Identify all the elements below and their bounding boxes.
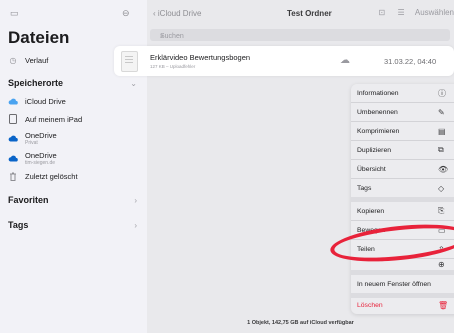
tag-icon: ◇ [438,183,445,193]
favorites-header[interactable]: Favoriten [8,195,49,205]
archive-icon: ▤ [438,126,446,136]
context-menu: Informationen ⓘ Umbenennen ✎ Komprimieren ▤… [351,84,454,314]
folder-title: Test Ordner [287,9,332,18]
eye-icon: 👁 [438,164,449,174]
menu-item-compress[interactable]: Komprimieren ▤ [351,122,454,140]
onedrive-icon [8,134,18,143]
sidebar-title: Dateien [8,28,70,47]
top-toolbar: ‹ iCloud Drive Test Ordner ⊡ ☰ Auswählen [147,0,454,30]
menu-item-label: Tags [357,184,372,192]
menu-item-label: Duplizieren [357,146,392,154]
sidebar-item-icloud[interactable]: iCloud Drive [0,93,147,109]
sidebar-toolbar: ▭ ⊖ [10,8,138,20]
menu-item-label: Umbenennen [357,108,398,116]
chevron-right-icon[interactable]: › [134,196,137,205]
toolbar-actions: ⊡ ☰ Auswählen [379,8,454,17]
menu-item-label: Komprimieren [357,127,400,135]
file-item[interactable]: Erklärvideo Bewertungsbogen 127 KB – Upl… [114,46,454,76]
sidebar-item-label: OneDrive [25,150,57,160]
menu-item-label: Kopieren [357,207,385,215]
copy-icon: ⎘ [438,206,445,215]
more-options-icon[interactable]: ⊖ [122,8,130,19]
sidebar-item-onedrive-privat[interactable]: OneDrive Privat [0,129,147,147]
clock-icon: ◷ [9,55,17,65]
sidebar-toggle-icon[interactable]: ▭ [10,8,19,19]
sidebar-item-onedrive-work[interactable]: OneDrive tim-siegen.de [0,149,147,167]
search-placeholder: Suchen [160,33,184,40]
sidebar-item-sublabel: Privat [25,139,38,146]
menu-item-label: In neuem Fenster öffnen [357,280,431,288]
menu-item-delete[interactable]: Löschen 🗑 [351,296,454,314]
onedrive-icon [8,154,18,163]
menu-item-duplicate[interactable]: Duplizieren ⧉ [351,141,454,159]
menu-item-tags[interactable]: Tags ◇ [351,179,454,197]
info-icon: ⓘ [438,88,446,98]
chevron-right-icon[interactable]: › [134,221,137,230]
menu-item-open-new-window[interactable]: In neuem Fenster öffnen⊞ [351,275,454,293]
tags-header[interactable]: Tags [8,220,28,230]
sidebar-item-label: Zuletzt gelöscht [25,171,78,181]
cloud-icon [8,97,18,106]
back-label: iCloud Drive [157,9,202,18]
menu-item-copy[interactable]: Kopieren ⎘ [351,202,454,220]
sidebar-item-sublabel: tim-siegen.de [25,159,56,166]
select-button[interactable]: Auswählen [415,8,454,17]
status-footer: 1 Objekt, 142,75 GB auf iCloud verfügbar [247,320,354,326]
sidebar-item-label: OneDrive [25,130,57,140]
sidebar-item-ipad[interactable]: Auf meinem iPad [0,111,147,127]
pencil-icon: ✎ [438,107,445,117]
trash-icon: 🗑 [438,300,449,310]
trash-icon [8,172,18,181]
add-icon: ⊕ [438,259,445,269]
file-date: 31.03.22, 04:40 [384,57,437,66]
sidebar-item-label: Auf meinem iPad [25,114,83,124]
menu-item-info[interactable]: Informationen ⓘ [351,84,454,102]
menu-item-overview[interactable]: Übersicht 👁 [351,160,454,178]
back-button[interactable]: ‹ iCloud Drive [153,9,201,18]
sidebar-item-label: Verlauf [25,55,49,65]
file-thumbnail [121,51,138,72]
menu-item-label: Übersicht [357,165,386,173]
sidebar-item-recently-deleted[interactable]: Zuletzt gelöscht [0,168,147,184]
sidebar-item-label: iCloud Drive [25,96,66,106]
list-view-icon[interactable]: ☰ [397,8,404,17]
file-name: Erklärvideo Bewertungsbogen [150,53,251,62]
menu-item-rename[interactable]: Umbenennen ✎ [351,103,454,121]
cloud-upload-icon: ☁ [340,55,350,66]
ipad-icon [8,114,18,124]
new-folder-icon[interactable]: ⊡ [379,8,386,17]
locations-header[interactable]: Speicherorte [8,78,63,88]
menu-item-label: Informationen [357,89,399,97]
duplicate-icon: ⧉ [438,145,444,154]
menu-item-label: Löschen [357,301,383,309]
search-input[interactable]: ⌕ Suchen [150,29,450,41]
file-meta: 127 KB – Uploadfehler [150,64,196,69]
chevron-down-icon[interactable]: ⌄ [130,79,137,88]
